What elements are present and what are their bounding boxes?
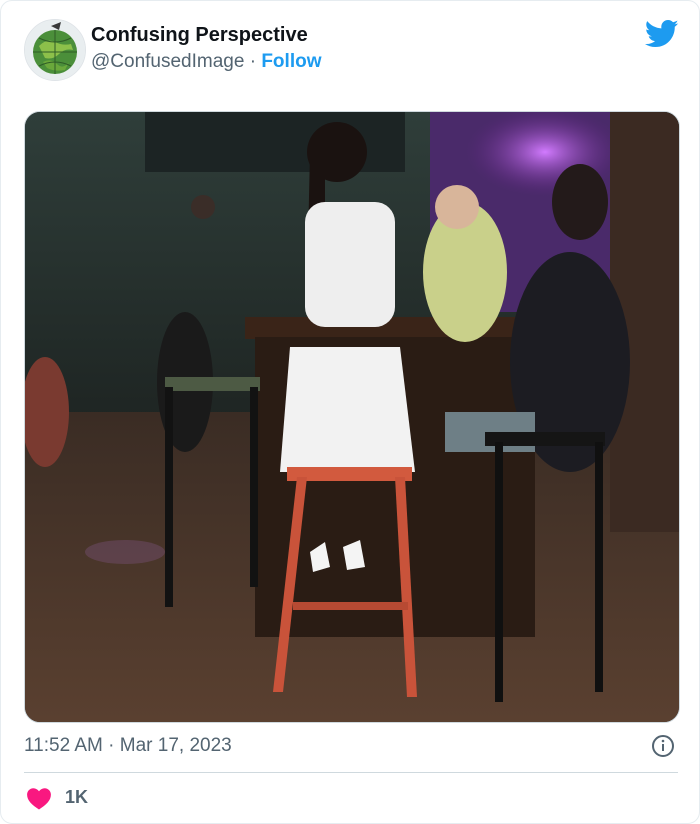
author-handle[interactable]: @ConfusedImage xyxy=(91,51,244,72)
twitter-bird-icon[interactable] xyxy=(645,19,679,49)
like-count[interactable]: 1K xyxy=(65,787,88,808)
tweet-timestamp[interactable]: 11:52 AM · Mar 17, 2023 xyxy=(24,735,232,757)
heart-icon[interactable] xyxy=(26,786,52,810)
handle-separator: · xyxy=(249,51,257,72)
divider xyxy=(24,772,678,773)
tweet-photo[interactable] xyxy=(24,111,680,723)
follow-link[interactable]: Follow xyxy=(261,51,321,72)
bar-scene-image xyxy=(25,112,679,722)
info-icon[interactable] xyxy=(651,734,675,758)
author-handle-row: @ConfusedImage · Follow xyxy=(91,51,321,73)
tweet-card: Confusing Perspective @ConfusedImage · F… xyxy=(0,0,700,824)
author-display-name[interactable]: Confusing Perspective xyxy=(91,24,308,47)
avatar[interactable] xyxy=(24,19,86,81)
globe-avatar-image xyxy=(25,20,85,80)
